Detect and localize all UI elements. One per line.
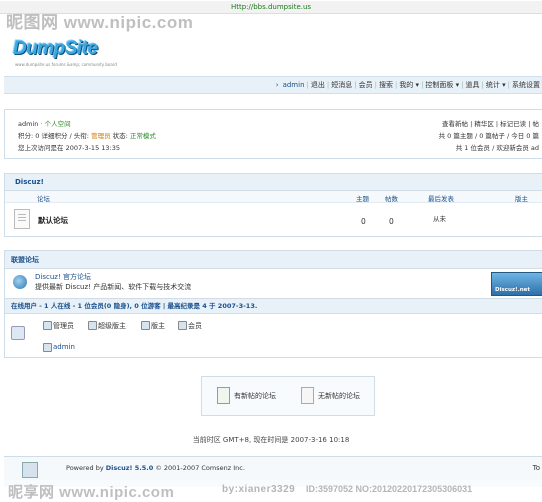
link-header: 联盟论坛 [5, 251, 542, 269]
super-mod-icon [88, 321, 97, 330]
powered-prefix: Powered by [66, 464, 106, 472]
status-value: 正常模式 [129, 132, 156, 140]
powered-by: Powered by Discuz! 5.5.0 © 2001-2007 Com… [66, 464, 245, 472]
top-nav: › admin | 退出 | 短消息 | 会员 | 搜索 | 我的 ▾ | 控制面板 ▾ | 道具 | 统计 ▾ |… [4, 76, 542, 94]
forum-topics: 0 [361, 217, 366, 226]
legend-no-new: 无新帖的论坛 [318, 392, 360, 400]
logo[interactable]: DumpSite www.dumpsite.us forums &amp; co… [13, 38, 117, 67]
moderator-icon [141, 321, 150, 330]
category-title[interactable]: Discuz! [15, 178, 44, 186]
forum-legend: 有新帖的论坛 无新帖的论坛 [201, 376, 375, 416]
discuz-banner[interactable]: Discuz!.net [491, 272, 542, 296]
member-stats: 共 1 位会员 / 欢迎新会员 ad [455, 144, 539, 152]
footer-right: To [532, 464, 540, 472]
watermark-code: ID:3597052 NO:20120220172305306031 [306, 484, 473, 494]
quick-links[interactable]: 查看新帖 | 精华区 | 标记已读 | 帖 [439, 118, 539, 130]
user-info-right: 查看新帖 | 精华区 | 标记已读 | 帖 共 0 篇主题 / 0 篇帖子 / … [439, 118, 539, 154]
online-user[interactable]: admin [53, 343, 75, 351]
col-last-post: 最后发表 [428, 195, 454, 203]
watermark-user: by:xianer3329 [222, 484, 296, 495]
no-new-posts-icon [301, 387, 314, 404]
user-info-left: admin · 个人空间 积分: 0 详细积分 / 头衔: 管理员 状态: 正常… [18, 118, 156, 154]
link-forums: 联盟论坛 Discuz! 官方论坛 提供最新 Discuz! 产品新闻、软件下载… [4, 250, 542, 300]
last-visit: 您上次访问是在 2007-3-15 13:35 [18, 144, 121, 152]
logo-subtitle: www.dumpsite.us forums &amp; community b… [15, 62, 117, 67]
legend-member: 会员 [188, 322, 202, 330]
nav-item[interactable]: 退出 [309, 81, 327, 89]
user-info-box: admin · 个人空间 积分: 0 详细积分 / 头衔: 管理员 状态: 正常… [4, 109, 542, 159]
admin-group-icon [43, 321, 52, 330]
space-link[interactable]: · 个人空间 [40, 120, 70, 128]
forum-stats: 共 0 篇主题 / 0 篇帖子 / 今日 0 篇 [438, 132, 539, 140]
nav-item[interactable]: 会员 [357, 81, 375, 89]
col-posts: 帖数 [385, 195, 398, 203]
online-header-text: - 1 人在线 - 1 位会员(0 隐身), 0 位游客 | 最高纪录是 4 于… [39, 302, 258, 310]
online-header-label: 在线用户 [11, 302, 37, 310]
watermark-bottom-strip: 昵享网 www.nipic.com by:xianer3329 ID:35970… [0, 480, 542, 501]
member-icon [178, 321, 187, 330]
discuz-footer-icon [22, 462, 38, 478]
forum-name[interactable]: 默认论坛 [38, 215, 68, 226]
username[interactable]: admin [18, 120, 38, 128]
link-forum-name[interactable]: Discuz! 官方论坛 [35, 272, 91, 282]
globe-icon [13, 275, 27, 289]
category-header: Discuz! [5, 174, 542, 191]
copyright: © 2001-2007 Comsenz Inc. [155, 464, 245, 472]
nav-item[interactable]: 控制面板 ▾ [423, 81, 461, 89]
forum-row[interactable]: 默认论坛 0 0 从未 [5, 203, 542, 235]
nav-item[interactable]: 道具 [464, 81, 482, 89]
nav-item[interactable]: 系统设置 [510, 81, 542, 89]
col-topics: 主题 [356, 195, 369, 203]
logo-text: DumpSite [13, 38, 98, 59]
legend-admin: 管理员 [53, 322, 74, 330]
watermark-bottom: 昵享网 www.nipic.com [8, 484, 175, 501]
forum-status-icon [14, 209, 30, 229]
new-posts-icon [217, 387, 230, 404]
nav-item[interactable]: 搜索 [377, 81, 395, 89]
nav-item[interactable]: 我的 ▾ [397, 81, 421, 89]
legend-moderator: 版主 [151, 322, 165, 330]
user-title: 管理员 [91, 132, 111, 140]
footer-time: 当前时区 GMT+8, 现在时间是 2007-3-16 10:18 [192, 436, 350, 444]
url-bar[interactable]: Http://bbs.dumpsite.us [0, 1, 542, 14]
forum-last-post: 从未 [433, 215, 446, 223]
legend-new: 有新帖的论坛 [234, 392, 276, 400]
banner-text: Discuz!.net [495, 287, 530, 293]
online-user-icon [43, 343, 52, 352]
forum-category: Discuz! 论坛 主题 帖数 最后发表 版主 默认论坛 0 0 从未 [4, 173, 542, 237]
powered-name[interactable]: Discuz! 5.5.0 [106, 464, 154, 472]
col-moderator: 版主 [515, 195, 528, 203]
points-label: 积分: 0 详细积分 / 头衔: [18, 132, 89, 140]
top-nav-items: › admin | 退出 | 短消息 | 会员 | 搜索 | 我的 ▾ | 控制面板 ▾ | 道具 | 统计 ▾ |… [274, 77, 542, 93]
online-users: 在线用户 - 1 人在线 - 1 位会员(0 隐身), 0 位游客 | 最高纪录… [4, 298, 542, 358]
col-forum: 论坛 [37, 195, 50, 203]
legend-super-mod: 超级版主 [98, 322, 126, 330]
nav-item[interactable]: 统计 ▾ [484, 81, 508, 89]
nav-arrow-icon: › [275, 81, 279, 89]
link-header-title: 联盟论坛 [11, 256, 39, 264]
online-header: 在线用户 - 1 人在线 - 1 位会员(0 隐身), 0 位游客 | 最高纪录… [5, 299, 542, 314]
nav-item[interactable]: 短消息 [329, 81, 354, 89]
column-header: 论坛 主题 帖数 最后发表 版主 [5, 191, 542, 203]
nav-item[interactable]: admin [281, 81, 307, 89]
status-label: 状态: [112, 132, 128, 140]
forum-posts: 0 [389, 217, 394, 226]
link-forum-desc: 提供最新 Discuz! 产品新闻、软件下载与技术交流 [35, 283, 192, 291]
online-list-icon [11, 326, 25, 340]
